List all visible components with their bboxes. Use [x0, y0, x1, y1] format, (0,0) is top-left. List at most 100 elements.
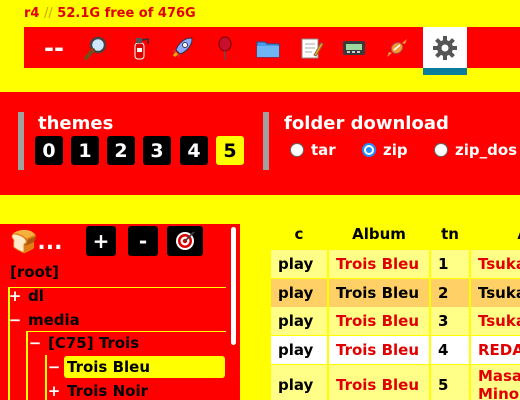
- expand-label: +: [92, 229, 110, 253]
- candy-icon: [387, 38, 407, 57]
- collapse-label: --: [44, 33, 64, 62]
- pager-button[interactable]: [334, 27, 374, 68]
- tree-item-label: dl: [28, 287, 44, 305]
- theme-3-button[interactable]: 3: [143, 136, 171, 165]
- tree-item-label: [root]: [10, 263, 59, 281]
- extinguisher-button[interactable]: [119, 27, 159, 68]
- folder-icon: [256, 41, 280, 57]
- folder-button[interactable]: [248, 27, 288, 68]
- fire-extinguisher-icon: [134, 37, 149, 59]
- pager-icon: [343, 40, 365, 55]
- album-cell[interactable]: Trois Bleu: [329, 279, 429, 307]
- column-header-c[interactable]: c: [271, 219, 327, 248]
- notepad-icon: [301, 38, 324, 58]
- column-header-tn[interactable]: tn: [431, 219, 469, 248]
- rocket-button[interactable]: [162, 27, 202, 68]
- track-number-cell: 4: [431, 336, 469, 364]
- collapse-toggle[interactable]: −: [47, 358, 61, 376]
- theme-2-button[interactable]: 2: [107, 136, 135, 165]
- folder-tree-panel: 🍞... + - [root] + dl − media − [C75] Trois …: [0, 224, 240, 400]
- artist-cell[interactable]: Tsuka: [471, 279, 520, 307]
- balloon-button[interactable]: [205, 27, 245, 68]
- tree-item-trois-bleu[interactable]: − Trois Bleu: [47, 356, 150, 378]
- track-number-cell: 2: [431, 279, 469, 307]
- target-icon: [176, 231, 195, 250]
- tree-item-media[interactable]: − media: [8, 309, 80, 331]
- table-row[interactable]: play Trois Bleu 5 Masa Mino: [271, 365, 520, 400]
- artist-cell[interactable]: Tsuka: [471, 250, 520, 278]
- settings-button[interactable]: [423, 27, 467, 68]
- toolbar: --: [24, 27, 520, 68]
- track-number-cell: 1: [431, 250, 469, 278]
- table-row[interactable]: play Trois Bleu 3 Tsuka: [271, 307, 520, 335]
- theme-5-button[interactable]: 5: [216, 136, 244, 165]
- table-row[interactable]: play Trois Bleu 4 REDA: [271, 336, 520, 364]
- expand-more-button[interactable]: +: [86, 226, 116, 256]
- notepad-button[interactable]: [291, 27, 331, 68]
- tree-item-trois-noir[interactable]: + Trois Noir: [47, 380, 148, 400]
- artist-cell[interactable]: Tsuka: [471, 307, 520, 335]
- search-button[interactable]: [76, 27, 116, 68]
- zip-label[interactable]: zip: [383, 141, 408, 159]
- free-space-text: 52.1G free of 476G: [57, 6, 196, 21]
- bread-icon: 🍞: [10, 230, 38, 255]
- folder-download-title: folder download: [284, 113, 449, 134]
- zip-dos-radio[interactable]: [434, 143, 448, 157]
- table-header: c Album tn A: [271, 219, 520, 248]
- expand-toggle[interactable]: +: [8, 287, 22, 305]
- album-cell[interactable]: Trois Bleu: [329, 250, 429, 278]
- play-link[interactable]: play: [271, 336, 327, 364]
- storage-status: r4 // 52.1G free of 476G: [24, 6, 196, 21]
- theme-4-button[interactable]: 4: [180, 136, 208, 165]
- zip-radio[interactable]: [362, 143, 376, 157]
- rocket-icon: [172, 36, 193, 58]
- breadcrumb-dots: ...: [37, 230, 63, 255]
- tar-label[interactable]: tar: [311, 141, 336, 159]
- balloon-icon: [218, 36, 232, 60]
- column-header-artist[interactable]: A: [471, 219, 520, 248]
- theme-1-button[interactable]: 1: [71, 136, 99, 165]
- theme-0-button[interactable]: 0: [35, 136, 63, 165]
- themes-divider: [18, 112, 24, 170]
- breadcrumb[interactable]: 🍞...: [10, 230, 62, 255]
- settings-panel: themes 0 1 2 3 4 5 folder download tar z…: [0, 92, 520, 195]
- collapse-toolbar-button[interactable]: --: [34, 27, 74, 68]
- table-row[interactable]: play Trois Bleu 2 Tsuka: [271, 279, 520, 307]
- artist-cell[interactable]: Masa Mino: [471, 365, 520, 400]
- album-cell[interactable]: Trois Bleu: [329, 336, 429, 364]
- tree-item-label: [C75] Trois: [48, 334, 140, 352]
- column-header-album[interactable]: Album: [329, 219, 429, 248]
- collapse-label: -: [138, 229, 148, 253]
- tar-radio[interactable]: [290, 143, 304, 157]
- tree-item-label: media: [28, 311, 80, 329]
- status-separator: //: [44, 6, 53, 21]
- track-number-cell: 5: [431, 365, 469, 400]
- play-link[interactable]: play: [271, 365, 327, 400]
- collapse-toggle[interactable]: −: [8, 311, 22, 329]
- play-link[interactable]: play: [271, 279, 327, 307]
- track-number-cell: 3: [431, 307, 469, 335]
- tree-item-dl[interactable]: + dl: [8, 285, 44, 307]
- tree-scrollbar[interactable]: [231, 227, 236, 345]
- expand-less-button[interactable]: -: [128, 226, 158, 256]
- candy-button[interactable]: [377, 27, 417, 68]
- search-icon: [84, 36, 107, 60]
- tree-item-c75-trois[interactable]: − [C75] Trois: [28, 332, 139, 354]
- artist-cell[interactable]: REDA: [471, 336, 520, 364]
- tree-item-root[interactable]: [root]: [0, 261, 59, 283]
- album-cell[interactable]: Trois Bleu: [329, 365, 429, 400]
- zip-dos-label[interactable]: zip_dos: [455, 141, 517, 159]
- play-link[interactable]: play: [271, 307, 327, 335]
- tree-item-label: Trois Bleu: [67, 358, 151, 376]
- themes-title: themes: [38, 113, 114, 134]
- tree-item-label: Trois Noir: [67, 382, 148, 400]
- album-cell[interactable]: Trois Bleu: [329, 307, 429, 335]
- volume-name: r4: [24, 6, 40, 21]
- expand-toggle[interactable]: +: [47, 382, 61, 400]
- play-link[interactable]: play: [271, 250, 327, 278]
- gear-icon: [433, 35, 457, 60]
- table-row[interactable]: play Trois Bleu 1 Tsuka: [271, 250, 520, 278]
- collapse-toggle[interactable]: −: [28, 334, 42, 352]
- locate-button[interactable]: [167, 226, 203, 256]
- active-tab-indicator: [423, 68, 467, 75]
